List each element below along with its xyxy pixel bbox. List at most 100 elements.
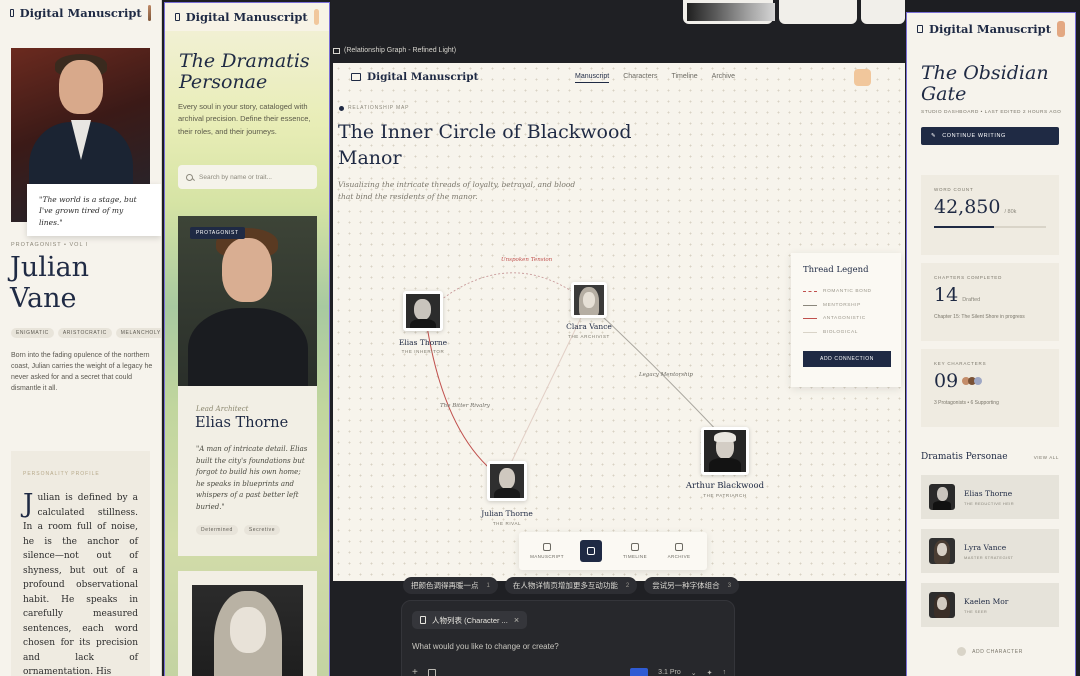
stat-value: 14 Drafted (934, 284, 981, 306)
dock-timeline[interactable]: TIMELINE (616, 543, 654, 559)
context-tab[interactable]: 人物列表 (Character ... × (412, 611, 528, 629)
file-icon (420, 616, 426, 624)
node-role: THE INHERITOR (401, 349, 445, 354)
trait-tag: MELANCHOLY (115, 328, 161, 338)
character-name: Julian Vane (10, 252, 89, 314)
nav-item-manuscript[interactable]: Manuscript (575, 73, 610, 83)
project-meta: STUDIO DASHBOARD • LAST EDITED 2 HOURS A… (921, 110, 1062, 115)
dock-characters[interactable] (572, 540, 610, 562)
add-character-button[interactable]: ADD CHARACTER (921, 647, 1059, 656)
composer-toolbar: + 3.1 Pro ⌄ ✦ ↑ (412, 667, 726, 676)
section-kicker: RELATIONSHIP MAP (339, 105, 409, 111)
stat-label: WORD COUNT (934, 187, 974, 192)
pen-icon (543, 543, 551, 551)
trait-tag: Determined (196, 525, 238, 535)
search-input[interactable]: Search by name or trait... (178, 165, 317, 189)
top-nav: Digital Manuscript Manuscript Characters… (333, 63, 905, 93)
legend-title: Thread Legend (803, 265, 869, 275)
model-select[interactable]: 3.1 Pro (658, 669, 681, 676)
dock-manuscript[interactable]: MANUSCRIPT (528, 543, 566, 559)
word-count-card: WORD COUNT 42,850/ 80k (921, 175, 1059, 255)
thread-legend: Thread Legend ROMANTIC BOND MENTORSHIP A… (791, 253, 901, 387)
graph-node-julian[interactable] (487, 461, 527, 501)
project-title: The Obsidian Gate (921, 62, 1049, 105)
pen-icon: ✎ (931, 133, 937, 139)
page-title: The Dramatis Personae (179, 50, 310, 93)
top-strip (779, 0, 857, 24)
book-icon (175, 13, 180, 21)
nav-item-archive[interactable]: Archive (712, 73, 735, 83)
character-card[interactable] (178, 571, 317, 676)
chevron-down-icon[interactable]: ⌄ (691, 669, 697, 676)
attach-icon[interactable] (427, 668, 436, 676)
character-photo (178, 216, 317, 386)
trait-tag: Secretive (243, 525, 281, 535)
node-role: THE RIVAL (492, 521, 522, 526)
character-name: Lyra Vance (964, 542, 1007, 552)
relationship-graph-panel: (Relationship Graph - Refined Light) Dig… (331, 0, 905, 676)
trait-tags: Determined Secretive (196, 525, 281, 535)
brand-name: Digital Manuscript (185, 10, 308, 24)
stat-note: Chapter 15: The Silent Shore in progress (934, 314, 1025, 320)
suggestion-chip[interactable]: 在人物详情页增加更多互动功能 2 (504, 577, 638, 594)
avatar[interactable] (147, 5, 151, 21)
people-icon (587, 547, 595, 555)
brand-bar: Digital Manuscript (907, 13, 1075, 45)
profile-text: Julian is defined by a calculated stilln… (23, 489, 138, 676)
dot-icon (339, 105, 344, 111)
avatar[interactable] (1057, 21, 1065, 37)
nav-item-timeline[interactable]: Timeline (671, 73, 697, 83)
stat-note: 3 Protagonists • 6 Supporting (934, 400, 999, 406)
character-detail-panel: Digital Manuscript "The world is a stage… (0, 0, 162, 676)
legend-item: ANTAGONISTIC (803, 312, 889, 326)
chapters-card: CHAPTERS COMPLETED 14 Drafted Chapter 15:… (921, 263, 1059, 341)
drop-cap: J (23, 489, 34, 519)
send-icon[interactable]: ↑ (723, 669, 727, 676)
edge-label: Unspoken Tension (501, 257, 553, 263)
page-description: Every soul in your story, cataloged with… (178, 102, 311, 136)
brand-bar: Digital Manuscript (165, 3, 329, 31)
suggestion-chip[interactable]: 把颜色调得再暖一点 1 (403, 577, 498, 594)
dramatis-personae-header: Dramatis Personae VIEW ALL (921, 452, 1059, 462)
top-strip (861, 0, 905, 24)
prompt-composer: 人物列表 (Character ... × What would you lik… (401, 600, 735, 676)
avatar[interactable] (313, 9, 319, 25)
profile-heading: PERSONALITY PROFILE (23, 471, 100, 477)
character-list-panel: Digital Manuscript The Dramatis Personae… (164, 2, 330, 676)
node-name: Elias Thorne (398, 338, 448, 347)
characters-card: KEY CHARACTERS 09 3 Protagonists • 6 Sup… (921, 349, 1059, 427)
brand-bar: Digital Manuscript (0, 0, 161, 26)
graph-page: Digital Manuscript Manuscript Characters… (333, 63, 905, 581)
add-connection-button[interactable]: ADD CONNECTION (803, 351, 891, 367)
character-name: Kaelen Mor (964, 596, 1009, 606)
node-name: Arthur Blackwood (685, 481, 765, 491)
avatar-stack (962, 376, 986, 386)
nav-item-characters[interactable]: Characters (623, 73, 657, 83)
graph-icon (333, 47, 340, 54)
view-all-link[interactable]: VIEW ALL (1034, 455, 1059, 460)
avatar[interactable] (854, 69, 871, 86)
graph-node-clara[interactable] (571, 282, 607, 318)
continue-writing-button[interactable]: ✎ CONTINUE WRITING (921, 127, 1059, 145)
character-role: Lead Architect (196, 405, 249, 413)
prompt-input[interactable]: What would you like to change or create? (412, 642, 559, 651)
graph-node-arthur[interactable] (701, 427, 749, 475)
mode-toggle[interactable] (630, 667, 649, 676)
dock-archive[interactable]: ARCHIVE (660, 543, 698, 559)
brand-name: Digital Manuscript (19, 6, 142, 20)
node-name: Clara Vance (566, 322, 612, 331)
section-title: Dramatis Personae (921, 452, 1008, 462)
suggestion-chip[interactable]: 尝试另一种字体组合 3 (644, 577, 740, 594)
plus-icon[interactable]: + (412, 667, 418, 676)
close-icon[interactable]: × (514, 615, 519, 625)
graph-node-elias[interactable] (403, 291, 443, 331)
legend-item: MENTORSHIP (803, 299, 889, 313)
character-row[interactable]: Elias Thorne THE REDUCTIVE HEIR (921, 475, 1059, 519)
character-row[interactable]: Kaelen Mor THE SEER (921, 583, 1059, 627)
last-name: Vane (10, 283, 77, 314)
gradient-swatch (687, 3, 775, 21)
node-name: Julian Thorne (481, 509, 533, 518)
character-row[interactable]: Lyra Vance MASTER STRATEGIST (921, 529, 1059, 573)
spark-icon[interactable]: ✦ (707, 669, 713, 676)
archive-icon (675, 543, 683, 551)
